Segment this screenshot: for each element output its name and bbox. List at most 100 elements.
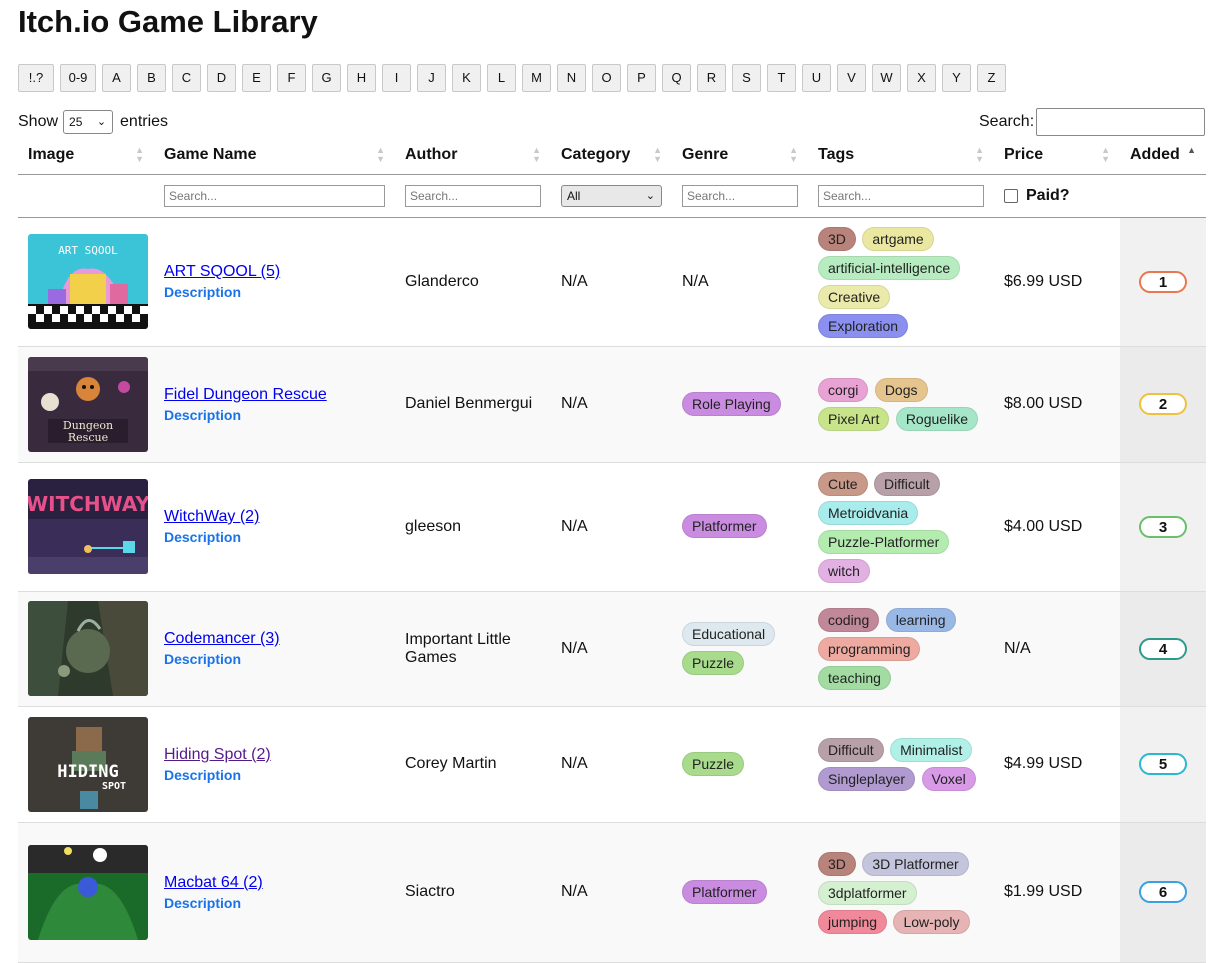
alpha-button[interactable]: I (382, 64, 411, 92)
filter-author-input[interactable]: Search... (405, 184, 541, 207)
tag-badge[interactable]: 3D (818, 226, 856, 251)
paid-checkbox[interactable] (1004, 188, 1018, 203)
sort-icon: ▲ ▼ (975, 145, 984, 164)
tag-badge[interactable]: Puzzle-Platformer (818, 529, 950, 554)
alpha-button[interactable]: E (242, 64, 271, 92)
alpha-button[interactable]: N (557, 64, 586, 92)
tag-badge[interactable]: Low-poly (893, 909, 970, 934)
tag-badge[interactable]: witch (818, 558, 870, 583)
tag-badge[interactable]: Difficult (874, 471, 940, 496)
game-name-link[interactable]: WitchWay (2) (164, 508, 259, 525)
table-body: ART SQOOL ART SQOOL (5) Description Glan… (18, 217, 1206, 963)
genre-badge[interactable]: Platformer (682, 514, 767, 538)
added-cell: 4 (1120, 591, 1206, 707)
tag-badge[interactable]: 3D (818, 851, 856, 876)
tag-badge[interactable]: jumping (818, 909, 888, 934)
alpha-button[interactable]: O (592, 64, 621, 92)
alpha-button[interactable]: J (417, 64, 446, 92)
tag-badge[interactable]: coding (818, 608, 880, 632)
column-header-price[interactable]: Price ▲ ▼ (994, 137, 1120, 175)
alpha-button[interactable]: H (347, 64, 376, 92)
game-thumbnail[interactable]: WITCHWAY (28, 479, 148, 574)
alpha-button[interactable]: X (907, 64, 936, 92)
tag-badge[interactable]: Exploration (818, 313, 909, 338)
alpha-button[interactable]: W (872, 64, 901, 92)
description-link[interactable]: Description (164, 895, 385, 911)
tag-badge[interactable]: Metroidvania (818, 500, 919, 525)
paid-filter[interactable]: Paid? (1004, 187, 1196, 205)
game-thumbnail[interactable]: ART SQOOL (28, 234, 148, 329)
description-link[interactable]: Description (164, 767, 385, 783)
alpha-button[interactable]: V (837, 64, 866, 92)
tag-badge[interactable]: Roguelike (895, 407, 979, 431)
tag-badge[interactable]: Minimalist (890, 738, 973, 762)
tag-badge[interactable]: teaching (818, 666, 891, 690)
genre-badge[interactable]: Puzzle (682, 751, 745, 776)
game-thumbnail[interactable]: Dungeon Rescue (28, 356, 148, 452)
column-header-category[interactable]: Category ▲ ▼ (551, 137, 672, 175)
alpha-button[interactable]: 0-9 (60, 64, 96, 92)
column-header-added[interactable]: Added ▲ (1120, 137, 1206, 175)
tag-badge[interactable]: Cute (818, 471, 868, 496)
tag-badge[interactable]: Pixel Art (818, 407, 890, 431)
tag-badge[interactable]: programming (818, 637, 921, 661)
tag-badge[interactable]: Singleplayer (818, 767, 916, 791)
alpha-button[interactable]: B (137, 64, 166, 92)
column-header-tags[interactable]: Tags ▲ ▼ (808, 137, 994, 175)
genre-badge[interactable]: Puzzle (682, 650, 745, 675)
alpha-button[interactable]: S (732, 64, 761, 92)
filter-genre-input[interactable]: Search... (682, 184, 798, 207)
column-header-game-name[interactable]: Game Name ▲ ▼ (154, 137, 395, 175)
alpha-button[interactable]: Q (662, 64, 691, 92)
game-name-link[interactable]: Fidel Dungeon Rescue (164, 386, 327, 403)
alpha-button[interactable]: P (627, 64, 656, 92)
genre-badge[interactable]: Role Playing (682, 391, 781, 416)
genre-badge[interactable]: Educational (682, 621, 776, 646)
alpha-button[interactable]: C (172, 64, 201, 92)
column-header-genre[interactable]: Genre ▲ ▼ (672, 137, 808, 175)
alpha-button[interactable]: D (207, 64, 236, 92)
game-thumbnail[interactable]: HIDING SPOT (28, 716, 148, 812)
description-link[interactable]: Description (164, 284, 385, 300)
game-name-link[interactable]: Macbat 64 (2) (164, 874, 263, 891)
game-name-link[interactable]: Codemancer (3) (164, 630, 280, 647)
entries-select[interactable]: 25 ⌄ (63, 110, 114, 134)
alpha-button[interactable]: U (802, 64, 831, 92)
alpha-button[interactable]: A (102, 64, 131, 92)
alpha-button[interactable]: K (452, 64, 481, 92)
alpha-button[interactable]: G (312, 64, 341, 92)
tag-badge[interactable]: Voxel (921, 767, 976, 791)
filter-name-input[interactable]: Search... (164, 184, 385, 207)
game-thumbnail[interactable] (28, 844, 148, 940)
alpha-button[interactable]: Z (977, 64, 1006, 92)
tag-badge[interactable]: corgi (818, 378, 869, 402)
tag-badge[interactable]: Difficult (818, 738, 884, 762)
game-thumbnail[interactable] (28, 601, 148, 696)
filter-category-select[interactable]: All ⌄ (561, 184, 662, 207)
game-name-link[interactable]: Hiding Spot (2) (164, 746, 271, 763)
tag-badge[interactable]: artificial-intelligence (818, 255, 961, 280)
tag-badge[interactable]: artgame (862, 226, 934, 251)
filter-tags-input[interactable]: Search... (818, 184, 984, 207)
alpha-button[interactable]: M (522, 64, 551, 92)
alpha-button[interactable]: R (697, 64, 726, 92)
tag-badge[interactable]: 3D Platformer (862, 851, 969, 876)
tag-badge[interactable]: learning (885, 608, 956, 632)
description-link[interactable]: Description (164, 529, 385, 545)
tag-badge[interactable]: Creative (818, 284, 891, 309)
description-link[interactable]: Description (164, 407, 385, 423)
alpha-button[interactable]: L (487, 64, 516, 92)
tag-badge[interactable]: 3dplatformer (818, 880, 917, 905)
tag-badge[interactable]: Dogs (874, 378, 928, 402)
alpha-button[interactable]: F (277, 64, 306, 92)
column-header-label: Price (1004, 146, 1044, 164)
alpha-button[interactable]: Y (942, 64, 971, 92)
column-header-image[interactable]: Image ▲ ▼ (18, 137, 154, 175)
genre-badge[interactable]: Platformer (682, 879, 767, 904)
alpha-button[interactable]: T (767, 64, 796, 92)
description-link[interactable]: Description (164, 651, 385, 667)
alpha-button[interactable]: !.? (18, 64, 54, 92)
column-header-author[interactable]: Author ▲ ▼ (395, 137, 551, 175)
game-name-link[interactable]: ART SQOOL (5) (164, 263, 280, 280)
global-search-input[interactable] (1036, 108, 1206, 136)
